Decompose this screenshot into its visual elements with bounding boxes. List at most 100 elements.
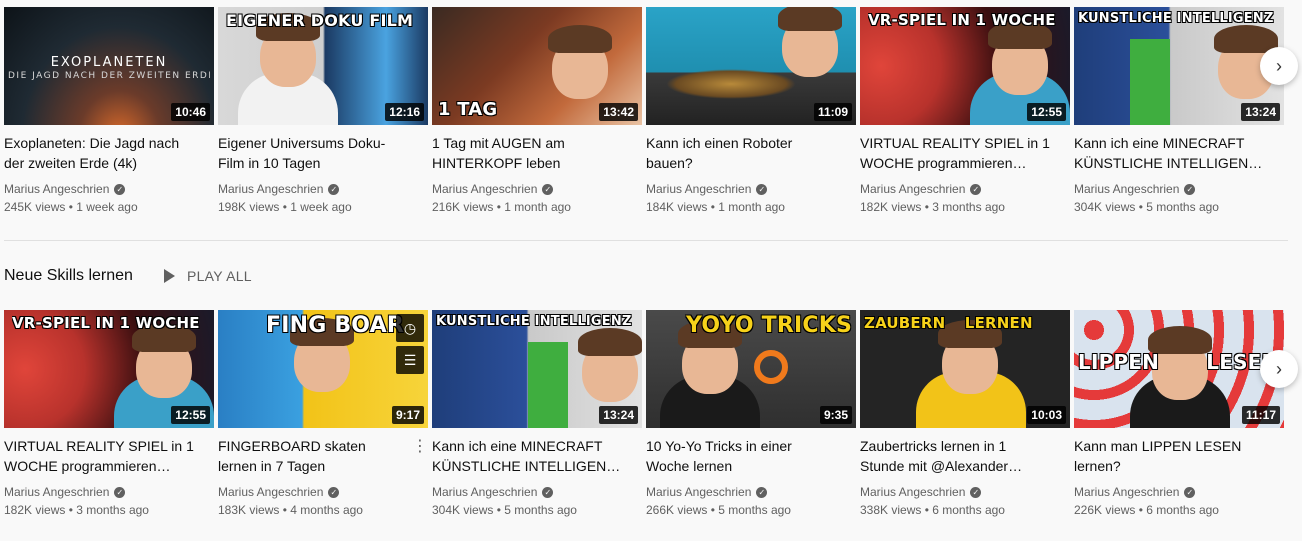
video-thumbnail[interactable]: VR-SPIEL IN 1 WOCHE 12:55 [860,7,1070,125]
upload-age: 1 month ago [504,200,571,214]
thumbnail-text: YOYO TRICKS [686,314,852,338]
chevron-right-icon[interactable]: › [1260,47,1298,85]
video-thumbnail[interactable]: LIPPEN LESEN 11:17 [1074,310,1284,428]
video-meta: 183K views • 4 months ago [218,503,363,517]
channel-name[interactable]: Marius Angeschrien ✓ [1074,180,1284,198]
thumbnail-text: VR-SPIEL IN 1 WOCHE [868,11,1056,29]
playlist-shelf: VR-SPIEL IN 1 WOCHE 12:55 VIRTUAL REALIT… [0,310,1302,530]
video-card[interactable]: EXOPLANETEN DIE JAGD NACH DER ZWEITEN ER… [4,7,214,216]
duration-badge: 9:17 [391,406,424,424]
duration-badge: 13:24 [599,406,638,424]
channel-name[interactable]: Marius Angeschrien ✓ [432,180,642,198]
more-vert-icon[interactable]: ⋮ [412,436,428,458]
video-card[interactable]: LIPPEN LESEN 11:17 Kann man LIPPEN LESEN… [1074,310,1284,519]
video-meta: 338K views • 6 months ago [860,503,1005,517]
video-thumbnail[interactable]: VR-SPIEL IN 1 WOCHE 12:55 [4,310,214,428]
duration-badge: 12:55 [1027,103,1066,121]
video-meta: 304K views • 5 months ago [1074,200,1219,214]
video-title[interactable]: Kann man LIPPEN LESEN lernen? [1074,436,1284,476]
channel-name-text[interactable]: Marius Angeschrien [218,483,323,501]
video-thumbnail[interactable]: 1 TAG 13:42 [432,7,642,125]
video-title[interactable]: Exoplaneten: Die Jagd nach der zweiten E… [4,133,214,173]
channel-name-text[interactable]: Marius Angeschrien [432,180,537,198]
video-thumbnail[interactable]: FING BOAR ◷ ☰ 9:17 [218,310,428,428]
shelf-title[interactable]: Neue Skills lernen [4,267,133,285]
video-card[interactable]: EIGENER DOKU FILM 12:16 Eigener Universu… [218,7,428,216]
queue-icon[interactable]: ☰ [396,346,424,374]
channel-name[interactable]: Marius Angeschrien ✓ [646,180,856,198]
thumbnail-text: ZAUBERN LERNEN [864,314,1033,332]
video-thumbnail[interactable]: KÜNSTLICHE INTELLIGENZ 13:24 [1074,7,1284,125]
channel-name[interactable]: Marius Angeschrien ✓ [860,180,1070,198]
video-title[interactable]: Eigener Universums Doku-Film in 10 Tagen [218,133,428,173]
channel-name[interactable]: Marius Angeschrien ✓ [4,180,214,198]
video-card[interactable]: VR-SPIEL IN 1 WOCHE 12:55 VIRTUAL REALIT… [4,310,214,519]
channel-name[interactable]: Marius Angeschrien ✓ [1074,483,1284,501]
channel-name[interactable]: Marius Angeschrien ✓ [218,180,428,198]
channel-name-text[interactable]: Marius Angeschrien [860,180,965,198]
upload-age: 5 months ago [504,503,577,517]
video-card[interactable]: ZAUBERN LERNEN 10:03 Zaubertricks lernen… [860,310,1070,519]
video-title[interactable]: Kann ich eine MINECRAFT KÜNSTLICHE INTEL… [1074,133,1284,173]
video-title[interactable]: 10 Yo-Yo Tricks in einer Woche lernen [646,436,856,476]
thumbnail-face [678,320,742,394]
thumbnail-text: EIGENER DOKU FILM [226,11,414,30]
video-thumbnail[interactable]: ZAUBERN LERNEN 10:03 [860,310,1070,428]
view-count: 245K views [4,200,66,214]
video-title[interactable]: FINGERBOARD skaten lernen in 7 Tagen [218,436,428,476]
video-title[interactable]: Kann ich einen Roboter bauen? [646,133,856,173]
video-card[interactable]: 11:09 Kann ich einen Roboter bauen? Mari… [646,7,856,216]
video-meta: 216K views • 1 month ago [432,200,571,214]
video-meta: 182K views • 3 months ago [860,200,1005,214]
verified-check-icon: ✓ [970,183,982,195]
channel-name[interactable]: Marius Angeschrien ✓ [218,483,428,501]
play-all-button[interactable]: PLAY ALL [163,268,252,284]
duration-badge: 9:35 [819,406,852,424]
video-title[interactable]: 1 Tag mit AUGEN am HINTERKOPF leben [432,133,642,173]
thumbnail-face [578,328,642,402]
video-card[interactable]: 1 TAG 13:42 1 Tag mit AUGEN am HINTERKOP… [432,7,642,216]
view-count: 182K views [4,503,66,517]
duration-badge: 10:46 [171,103,210,121]
channel-name[interactable]: Marius Angeschrien ✓ [860,483,1070,501]
video-thumbnail[interactable]: EXOPLANETEN DIE JAGD NACH DER ZWEITEN ER… [4,7,214,125]
channel-name-text[interactable]: Marius Angeschrien [218,180,323,198]
video-title[interactable]: Zaubertricks lernen in 1 Stunde mit @Ale… [860,436,1070,476]
chevron-right-icon[interactable]: › [1260,350,1298,388]
upload-age: 4 months ago [290,503,363,517]
video-card[interactable]: KÜNSTLICHE INTELLIGENZ 13:24 Kann ich ei… [432,310,642,519]
video-card[interactable]: VR-SPIEL IN 1 WOCHE 12:55 VIRTUAL REALIT… [860,7,1070,216]
channel-name-text[interactable]: Marius Angeschrien [646,180,751,198]
video-thumbnail[interactable]: 11:09 [646,7,856,125]
video-meta: 245K views • 1 week ago [4,200,138,214]
clock-icon[interactable]: ◷ [396,314,424,342]
channel-name-text[interactable]: Marius Angeschrien [432,483,537,501]
video-card[interactable]: KÜNSTLICHE INTELLIGENZ 13:24 Kann ich ei… [1074,7,1284,216]
verified-check-icon: ✓ [114,183,126,195]
channel-name-text[interactable]: Marius Angeschrien [860,483,965,501]
video-title[interactable]: Kann ich eine MINECRAFT KÜNSTLICHE INTEL… [432,436,642,476]
channel-name-text[interactable]: Marius Angeschrien [1074,483,1179,501]
channel-name-text[interactable]: Marius Angeschrien [4,483,109,501]
view-count: 182K views [860,200,922,214]
channel-name[interactable]: Marius Angeschrien ✓ [646,483,856,501]
view-count: 338K views [860,503,922,517]
video-title[interactable]: VIRTUAL REALITY SPIEL in 1 WOCHE program… [4,436,214,476]
video-thumbnail[interactable]: KÜNSTLICHE INTELLIGENZ 13:24 [432,310,642,428]
duration-badge: 10:03 [1027,406,1066,424]
channel-name-text[interactable]: Marius Angeschrien [1074,180,1179,198]
channel-name[interactable]: Marius Angeschrien ✓ [432,483,642,501]
video-meta: 198K views • 1 week ago [218,200,352,214]
video-card[interactable]: YOYO TRICKS 9:35 10 Yo-Yo Tricks in eine… [646,310,856,519]
video-thumbnail[interactable]: YOYO TRICKS 9:35 [646,310,856,428]
verified-check-icon: ✓ [970,486,982,498]
video-meta: 184K views • 1 month ago [646,200,785,214]
channel-name-text[interactable]: Marius Angeschrien [4,180,109,198]
video-title[interactable]: VIRTUAL REALITY SPIEL in 1 WOCHE program… [860,133,1070,173]
video-card[interactable]: FING BOAR ◷ ☰ 9:17 FINGERBOARD skaten le… [218,310,428,519]
duration-badge: 11:09 [813,103,852,121]
channel-name[interactable]: Marius Angeschrien ✓ [4,483,214,501]
video-thumbnail[interactable]: EIGENER DOKU FILM 12:16 [218,7,428,125]
verified-check-icon: ✓ [542,183,554,195]
channel-name-text[interactable]: Marius Angeschrien [646,483,751,501]
